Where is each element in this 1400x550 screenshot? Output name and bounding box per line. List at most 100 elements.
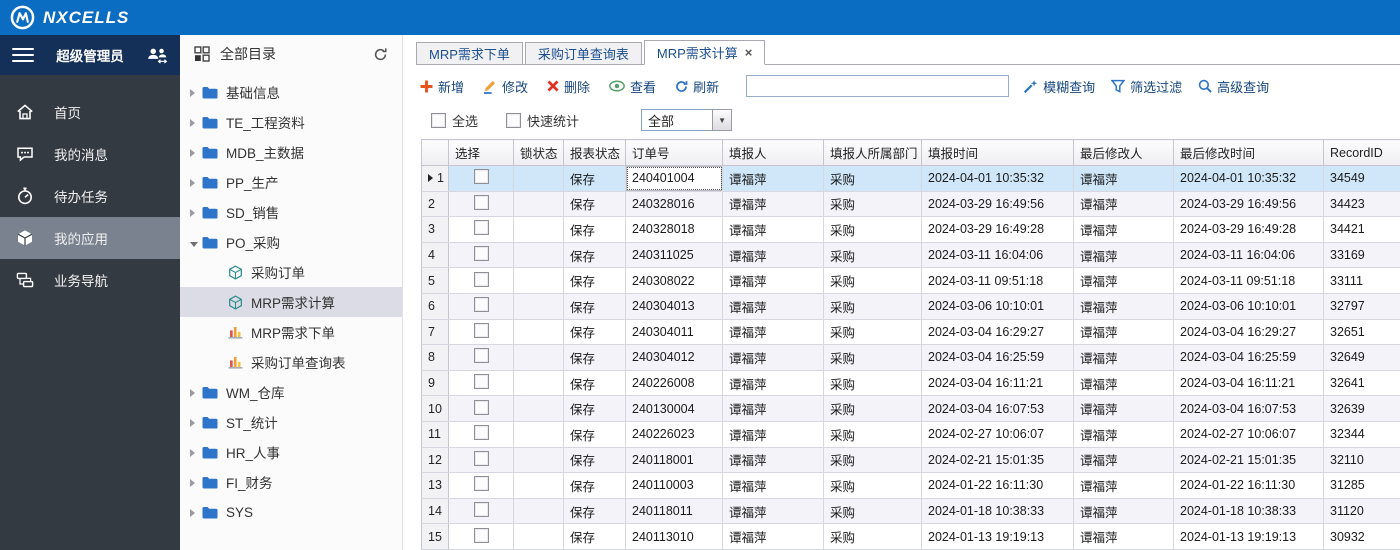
cell-modifier: 谭福萍 — [1073, 191, 1174, 218]
cell-order-no: 240118011 — [625, 498, 723, 525]
sidebar-item-home[interactable]: 首页 — [0, 91, 180, 133]
sidebar-item-apps[interactable]: 我的应用 — [0, 217, 180, 259]
row-checkbox[interactable] — [473, 502, 489, 518]
quick-stats-checkbox[interactable] — [506, 112, 522, 128]
column-header[interactable]: 锁状态 — [513, 139, 564, 166]
tree-refresh-icon[interactable] — [373, 47, 388, 62]
row-checkbox[interactable] — [473, 220, 489, 236]
table-row[interactable]: 9 保存 240226008 谭福萍 采购 2024-03-04 16:11:21 谭福萍 2… — [421, 370, 1400, 397]
row-checkbox[interactable] — [473, 297, 489, 313]
row-checkbox[interactable] — [473, 425, 489, 441]
row-checkbox[interactable] — [473, 169, 489, 185]
table-row[interactable]: 5 保存 240308022 谭福萍 采购 2024-03-11 09:51:18 谭福萍 2… — [421, 267, 1400, 294]
sidebar-item-messages[interactable]: 我的消息 — [0, 133, 180, 175]
row-checkbox[interactable] — [473, 271, 489, 287]
caret-right-icon[interactable] — [190, 385, 202, 400]
row-checkbox[interactable] — [473, 527, 489, 543]
table-row[interactable]: 14 保存 240118011 谭福萍 采购 2024-01-18 10:38:33 谭福萍… — [421, 498, 1400, 525]
fuzzy-query-button[interactable]: 模糊查询 — [1023, 77, 1095, 96]
row-checkbox[interactable] — [473, 399, 489, 415]
tree-node[interactable]: 采购订单查询表 — [180, 347, 402, 377]
sidebar-header: 超级管理员 — [0, 35, 180, 75]
table-row[interactable]: 6 保存 240304013 谭福萍 采购 2024-03-06 10:10:01 谭福萍 2… — [421, 293, 1400, 320]
row-checkbox[interactable] — [473, 476, 489, 492]
caret-right-icon[interactable] — [190, 505, 202, 520]
search-input[interactable] — [746, 75, 1010, 97]
tree-node[interactable]: 采购订单 — [180, 257, 402, 287]
filter-button[interactable]: 筛选过滤 — [1111, 77, 1182, 96]
column-header[interactable]: 报表状态 — [563, 139, 626, 166]
table-row[interactable]: 12 保存 240118001 谭福萍 采购 2024-02-21 15:01:35 谭福萍… — [421, 447, 1400, 474]
tree-node[interactable]: MRP需求计算 — [180, 287, 402, 317]
edit-button[interactable]: 修改 — [483, 77, 528, 96]
data-grid: 选择 锁状态 报表状态 订单号 填报人 填报人所属部门 填报时间 最后修改人 最后修改时间 Rec… — [421, 139, 1400, 550]
delete-button[interactable]: 删除 — [547, 77, 590, 96]
column-header[interactable]: 填报人 — [722, 139, 824, 166]
column-header[interactable]: RecordID — [1323, 139, 1400, 166]
caret-right-icon[interactable] — [190, 475, 202, 490]
tree-node[interactable]: ST_统计 — [180, 407, 402, 437]
refresh-button[interactable]: 刷新 — [675, 77, 719, 96]
view-button[interactable]: 查看 — [609, 77, 656, 96]
menu-toggle-icon[interactable] — [12, 48, 34, 62]
row-checkbox[interactable] — [473, 194, 489, 210]
caret-down-icon[interactable] — [190, 235, 202, 250]
tree-node[interactable]: 基础信息 — [180, 77, 402, 107]
row-number-header[interactable] — [421, 139, 449, 166]
select-all-checkbox[interactable] — [431, 112, 446, 128]
caret-right-icon[interactable] — [190, 445, 202, 460]
caret-right-icon[interactable] — [190, 205, 202, 220]
column-header[interactable]: 填报时间 — [921, 139, 1074, 166]
tree-node[interactable]: PP_生产 — [180, 167, 402, 197]
table-row[interactable]: 10 保存 240130004 谭福萍 采购 2024-03-04 16:07:53 谭福萍… — [421, 395, 1400, 422]
tab-1[interactable]: 采购订单查询表 — [524, 42, 642, 64]
report-icon — [228, 355, 243, 369]
row-checkbox[interactable] — [473, 246, 489, 262]
add-button[interactable]: 新增 — [420, 77, 464, 96]
caret-right-icon[interactable] — [190, 115, 202, 130]
table-row[interactable]: 2 保存 240328016 谭福萍 采购 2024-03-29 16:49:56 谭福萍 2… — [421, 191, 1400, 218]
table-row[interactable]: 7 保存 240304011 谭福萍 采购 2024-03-04 16:29:27 谭福萍 2… — [421, 319, 1400, 346]
switch-user-icon[interactable] — [146, 47, 168, 64]
table-row[interactable]: 3 保存 240328018 谭福萍 采购 2024-03-29 16:49:28 谭福萍 2… — [421, 216, 1400, 243]
tree-node[interactable]: WM_仓库 — [180, 377, 402, 407]
row-checkbox[interactable] — [473, 450, 489, 466]
table-row[interactable]: 13 保存 240110003 谭福萍 采购 2024-01-22 16:11:30 谭福萍… — [421, 472, 1400, 499]
column-header[interactable]: 填报人所属部门 — [823, 139, 922, 166]
table-row[interactable]: 1 保存 240401004 谭福萍 采购 2024-04-01 10:35:32 谭福萍 2… — [421, 165, 1400, 192]
sidebar-item-nav[interactable]: 业务导航 — [0, 259, 180, 301]
column-header[interactable]: 选择 — [448, 139, 514, 166]
tab-2[interactable]: MRP需求计算 × — [643, 40, 766, 65]
tree-node[interactable]: TE_工程资料 — [180, 107, 402, 137]
scope-combobox[interactable]: 全部 ▼ — [641, 109, 733, 131]
chevron-down-icon[interactable]: ▼ — [712, 109, 733, 131]
cell-select — [448, 191, 514, 218]
row-checkbox[interactable] — [473, 348, 489, 364]
column-header[interactable]: 订单号 — [625, 139, 723, 166]
tree-node[interactable]: MRP需求下单 — [180, 317, 402, 347]
tree-node[interactable]: FI_财务 — [180, 467, 402, 497]
caret-right-icon[interactable] — [190, 85, 202, 100]
column-header[interactable]: 最后修改人 — [1073, 139, 1174, 166]
caret-right-icon[interactable] — [190, 415, 202, 430]
close-icon[interactable]: × — [745, 46, 753, 59]
advanced-query-button[interactable]: 高级查询 — [1198, 77, 1269, 96]
cell-fill-time: 2024-02-27 10:06:07 — [921, 421, 1074, 448]
tree-node[interactable]: PO_采购 — [180, 227, 402, 257]
row-checkbox[interactable] — [473, 374, 489, 390]
scope-combobox-value[interactable]: 全部 — [641, 109, 713, 131]
tree-node[interactable]: HR_人事 — [180, 437, 402, 467]
table-row[interactable]: 4 保存 240311025 谭福萍 采购 2024-03-11 16:04:06 谭福萍 2… — [421, 242, 1400, 269]
table-row[interactable]: 11 保存 240226023 谭福萍 采购 2024-02-27 10:06:07 谭福萍… — [421, 421, 1400, 448]
table-row[interactable]: 8 保存 240304012 谭福萍 采购 2024-03-04 16:25:59 谭福萍 2… — [421, 344, 1400, 371]
sidebar-item-tasks[interactable]: 待办任务 — [0, 175, 180, 217]
tree-node[interactable]: SD_销售 — [180, 197, 402, 227]
row-checkbox[interactable] — [473, 322, 489, 338]
column-header[interactable]: 最后修改时间 — [1173, 139, 1324, 166]
caret-right-icon[interactable] — [190, 145, 202, 160]
tree-node[interactable]: MDB_主数据 — [180, 137, 402, 167]
caret-right-icon[interactable] — [190, 175, 202, 190]
tree-node[interactable]: SYS — [180, 497, 402, 527]
tab-0[interactable]: MRP需求下单 — [416, 42, 523, 64]
table-row[interactable]: 15 保存 240113010 谭福萍 采购 2024-01-13 19:19:13 谭福萍… — [421, 523, 1400, 550]
